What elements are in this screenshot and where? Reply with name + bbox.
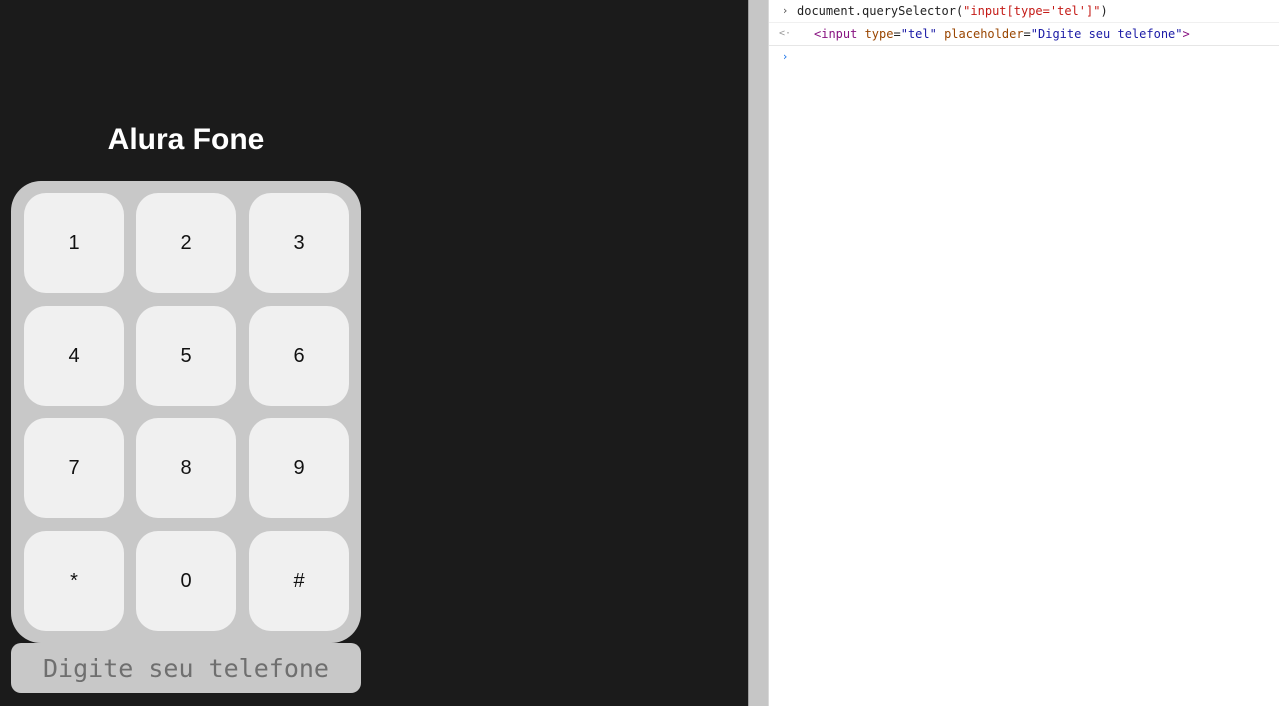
- result-attr-placeholder-name: placeholder: [936, 27, 1024, 41]
- page-viewport: Alura Fone 1 2 3 4 5 6 7 8 9 * 0 #: [0, 0, 748, 706]
- console-command-text[interactable]: document.querySelector("input[type='tel'…: [797, 0, 1108, 22]
- result-attr-placeholder-eq: =: [1023, 27, 1031, 41]
- key-2[interactable]: 2: [136, 193, 236, 293]
- console-input-line[interactable]: ›: [769, 46, 1279, 68]
- key-4[interactable]: 4: [24, 306, 124, 406]
- console-result-element[interactable]: <input type="tel" placeholder="Digite se…: [814, 23, 1190, 45]
- command-argument: "input[type='tel']": [963, 4, 1101, 18]
- prompt-chevron-icon: ›: [781, 4, 789, 17]
- key-hash[interactable]: #: [249, 531, 349, 631]
- return-arrow-icon: <·: [779, 28, 792, 39]
- result-attr-type-value: "tel": [900, 27, 937, 41]
- command-prefix: document.querySelector(: [797, 4, 964, 18]
- key-0[interactable]: 0: [136, 531, 236, 631]
- console-command-line: › document.querySelector("input[type='te…: [769, 0, 1279, 23]
- result-attr-placeholder-value: "Digite seu telefone": [1030, 27, 1183, 41]
- keypad: 1 2 3 4 5 6 7 8 9 * 0 #: [11, 181, 361, 643]
- key-3[interactable]: 3: [249, 193, 349, 293]
- key-5[interactable]: 5: [136, 306, 236, 406]
- key-9[interactable]: 9: [249, 418, 349, 518]
- active-prompt-chevron-icon: ›: [781, 50, 789, 63]
- command-suffix: ): [1100, 4, 1108, 18]
- result-tag-close: >: [1182, 27, 1190, 41]
- phone-input[interactable]: [11, 643, 361, 693]
- result-attr-type-eq: =: [893, 27, 901, 41]
- result-tag-open: <input: [814, 27, 858, 41]
- key-7[interactable]: 7: [24, 418, 124, 518]
- console-result-line: <· <input type="tel" placeholder="Digite…: [769, 23, 1279, 46]
- devtools-resize-handle[interactable]: [748, 0, 769, 706]
- result-attr-type-name: type: [857, 27, 894, 41]
- key-8[interactable]: 8: [136, 418, 236, 518]
- key-6[interactable]: 6: [249, 306, 349, 406]
- key-1[interactable]: 1: [24, 193, 124, 293]
- key-star[interactable]: *: [24, 531, 124, 631]
- app-title: Alura Fone: [107, 123, 265, 156]
- devtools-console: › document.querySelector("input[type='te…: [769, 0, 1279, 706]
